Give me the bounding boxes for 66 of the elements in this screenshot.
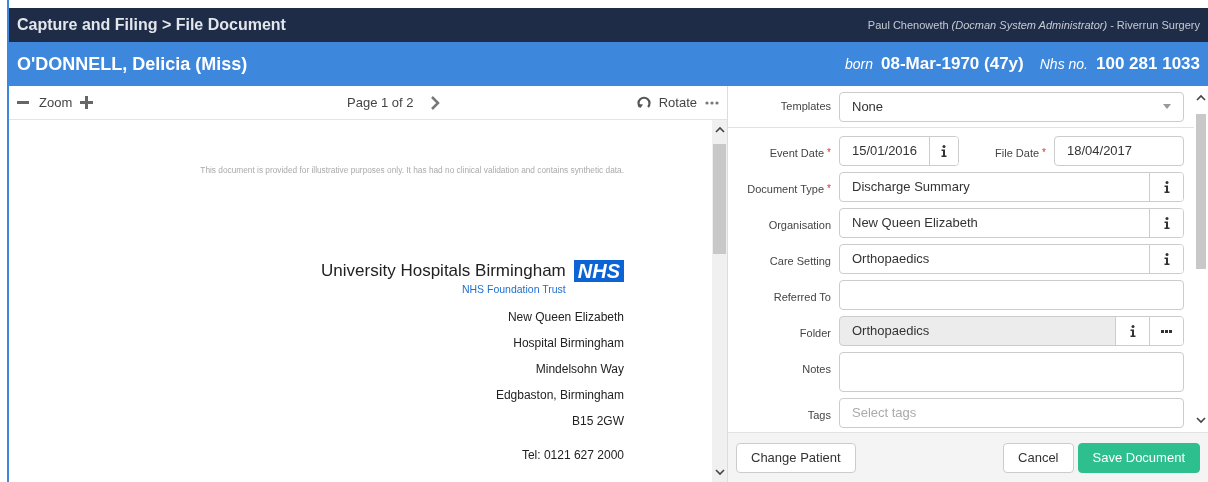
secondary-button[interactable]: Cancel (1003, 442, 1074, 473)
field-label: Templates (779, 99, 832, 115)
more-icon (1161, 329, 1172, 333)
trust-subtitle: NHS Foundation Trust (461, 282, 566, 298)
templates-dropdown[interactable]: None (839, 91, 1184, 122)
info-button[interactable] (1149, 245, 1183, 273)
more-icon[interactable] (705, 100, 719, 105)
field-label: Referred To (773, 291, 831, 303)
scroll-down-icon[interactable] (1196, 417, 1206, 424)
field-label: Notes (802, 363, 831, 375)
breadcrumb: Capture and Filing > File Document (17, 15, 286, 35)
rotate-icon[interactable] (636, 95, 651, 110)
required-marker: * (827, 147, 831, 158)
scrollbar[interactable] (712, 120, 727, 482)
input-field[interactable] (839, 352, 1184, 392)
page-indicator: Page 1 of 2 (347, 93, 414, 112)
zoom-in-button[interactable] (80, 95, 95, 110)
field-label: Tags (807, 409, 831, 421)
rotate-label[interactable]: Rotate (658, 92, 697, 113)
scroll-down-icon[interactable] (714, 469, 725, 476)
info-icon (1163, 217, 1170, 229)
next-page-icon[interactable] (429, 95, 440, 110)
info-icon (941, 145, 948, 157)
patient-name: O'DONNELL, Delicia (Miss) (17, 52, 248, 76)
phone-number: Tel: 0121 627 2000 (521, 447, 624, 465)
address-line: New Queen Elizabeth (507, 309, 624, 327)
info-icon (1129, 325, 1136, 337)
required-marker: * (1042, 147, 1046, 158)
address-line: Mindelsohn Way (535, 361, 624, 379)
scroll-up-icon[interactable] (714, 126, 725, 133)
disclaimer-text: This document is provided for illustrative purposes only. It has had no clinical validation and contains synthetic data. (200, 164, 624, 177)
input-field[interactable]: Orthopaedics (839, 244, 1184, 274)
info-button[interactable] (1149, 173, 1183, 201)
info-button[interactable] (1149, 209, 1183, 237)
input-field[interactable]: New Queen Elizabeth (839, 208, 1184, 238)
nhs-number: 100 281 1033 (1096, 53, 1200, 76)
address-line: B15 2GW (571, 413, 624, 431)
input-field[interactable]: Orthopaedics (839, 316, 1184, 346)
input-field[interactable]: 15/01/2016 (839, 136, 959, 166)
field-label: Organisation (768, 219, 831, 231)
input-field[interactable]: Discharge Summary (839, 172, 1184, 202)
field-label: Care Setting (769, 255, 831, 267)
info-icon (1163, 253, 1170, 265)
field-label: File Date (995, 147, 1040, 159)
nhs-logo: NHS (573, 260, 624, 283)
address-line: Edgbaston, Birmingham (495, 387, 624, 405)
secondary-button[interactable]: Change Patient (736, 442, 856, 473)
field-label: Folder (799, 327, 831, 339)
input-field[interactable] (839, 280, 1184, 310)
trust-name: University Hospitals Birmingham (321, 260, 566, 283)
info-button[interactable] (1115, 317, 1149, 345)
field-label: Event Date (769, 147, 825, 159)
scroll-up-icon[interactable] (1196, 94, 1206, 101)
dropdown-caret-icon (1163, 104, 1171, 109)
nhs-label: Nhs no. (1039, 55, 1088, 75)
field-label: Document Type (747, 183, 825, 195)
address-line: Hospital Birmingham (513, 335, 624, 353)
zoom-label: Zoom (39, 93, 73, 112)
born-label: born (845, 55, 874, 75)
input-field[interactable]: 18/04/2017 (1054, 136, 1184, 166)
date-of-birth: 08-Mar-1970 (47y) (881, 53, 1024, 76)
user-info: Paul Chenoweth (Docman System Administrator) - Riverrun Surgery (867, 17, 1200, 33)
more-button[interactable] (1149, 317, 1183, 345)
info-icon (1163, 181, 1170, 193)
required-marker: * (827, 183, 831, 194)
info-button[interactable] (929, 137, 958, 165)
